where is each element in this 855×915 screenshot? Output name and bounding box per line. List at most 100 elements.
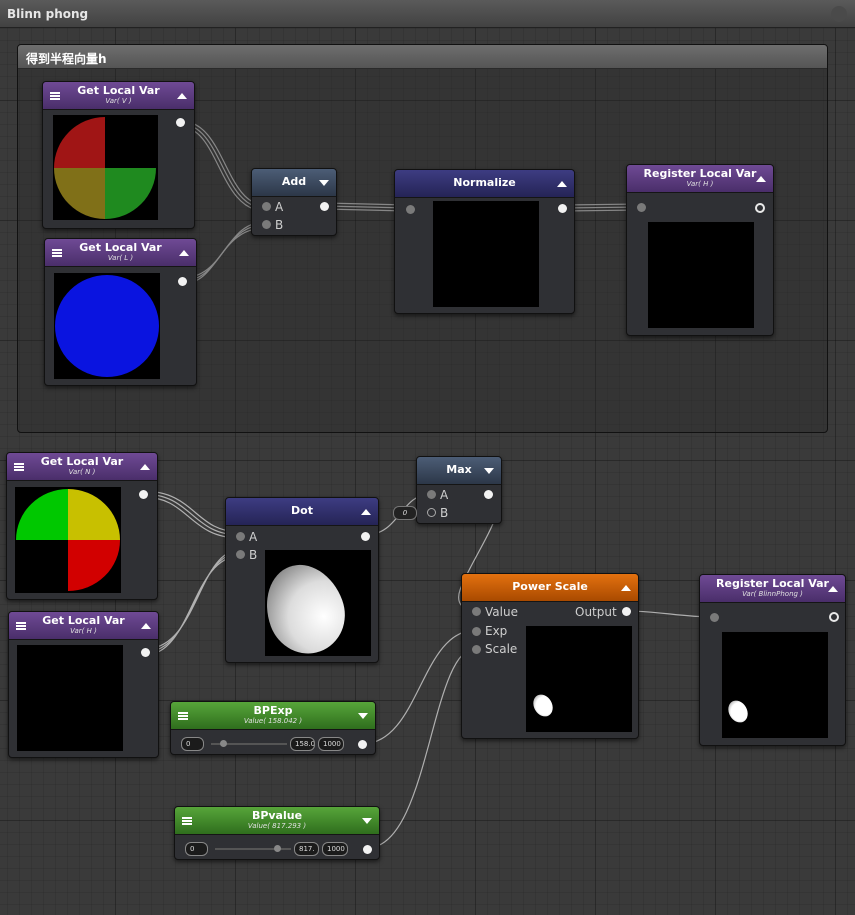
menu-icon[interactable] — [182, 817, 192, 825]
menu-icon[interactable] — [14, 463, 24, 471]
output-port[interactable] — [363, 845, 372, 854]
node-normalize[interactable]: Normalize — [394, 169, 575, 314]
node-register-local-var-h[interactable]: Register Local Var Var( H ) — [626, 164, 774, 336]
node-power-scale[interactable]: Power Scale Value Exp Scale Output — [461, 573, 639, 739]
node-add[interactable]: Add A B — [251, 168, 337, 236]
node-header[interactable]: Get Local Var Var( L ) — [45, 239, 196, 267]
wire-bpvalue-to-power — [366, 647, 477, 849]
node-header[interactable]: Register Local Var Var( BlinnPhong ) — [700, 575, 845, 603]
max-field[interactable]: 1000 — [322, 842, 348, 856]
node-title: Power Scale — [512, 580, 588, 593]
value-field[interactable]: 817. — [294, 842, 319, 856]
collapse-icon[interactable] — [557, 181, 567, 187]
collapse-icon[interactable] — [140, 464, 150, 470]
node-header[interactable]: Get Local Var Var( H ) — [9, 612, 158, 640]
node-subtitle: Value( 817.293 ) — [247, 822, 307, 830]
node-header[interactable]: Get Local Var Var( V ) — [43, 82, 194, 110]
input-port-b[interactable] — [262, 220, 271, 229]
collapse-icon[interactable] — [828, 586, 838, 592]
node-header[interactable]: Dot — [226, 498, 378, 526]
preview-thumbnail — [54, 273, 160, 379]
node-title: BPvalue — [251, 809, 303, 822]
input-port-a[interactable] — [236, 532, 245, 541]
node-subtitle: Var( BlinnPhong ) — [742, 590, 803, 598]
dropdown-icon[interactable] — [319, 180, 329, 186]
dropdown-icon[interactable] — [362, 818, 372, 824]
node-bpvalue[interactable]: BPvalue Value( 817.293 ) 0 817. 1000 — [174, 806, 380, 860]
collapse-icon[interactable] — [621, 585, 631, 591]
output-port[interactable] — [829, 612, 839, 622]
output-port[interactable] — [484, 490, 493, 499]
input-port-scale[interactable] — [472, 645, 481, 654]
node-header[interactable]: Register Local Var Var( H ) — [627, 165, 773, 193]
menu-icon[interactable] — [50, 92, 60, 100]
node-subtitle: Var( H ) — [70, 627, 97, 635]
max-b-default-value[interactable]: 0 — [393, 506, 417, 520]
output-port[interactable] — [755, 203, 765, 213]
node-dot[interactable]: Dot A B — [225, 497, 379, 665]
input-port-exp[interactable] — [472, 627, 481, 636]
slider-knob[interactable] — [220, 740, 227, 747]
node-title: Register Local Var — [643, 167, 757, 180]
preview-thumbnail — [433, 201, 539, 307]
input-port-value[interactable] — [472, 607, 481, 616]
node-header[interactable]: BPvalue Value( 817.293 ) — [175, 807, 379, 835]
output-port[interactable] — [622, 607, 631, 616]
node-header[interactable]: Normalize — [395, 170, 574, 198]
node-header[interactable]: Max — [417, 457, 501, 485]
node-subtitle: Var( N ) — [68, 468, 96, 476]
node-header[interactable]: Get Local Var Var( N ) — [7, 453, 157, 481]
output-port[interactable] — [358, 740, 367, 749]
output-port[interactable] — [178, 277, 187, 286]
input-port[interactable] — [406, 205, 415, 214]
node-get-local-var-v[interactable]: Get Local Var Var( V ) — [42, 81, 195, 229]
menu-icon[interactable] — [52, 249, 62, 257]
input-port-b[interactable] — [427, 508, 436, 517]
dropdown-icon[interactable] — [358, 713, 368, 719]
menu-icon[interactable] — [16, 622, 26, 630]
node-title: Get Local Var — [40, 455, 124, 468]
input-port-a[interactable] — [262, 202, 271, 211]
input-port[interactable] — [710, 613, 719, 622]
collapse-icon[interactable] — [756, 176, 766, 182]
preview-thumbnail — [648, 222, 754, 328]
max-field[interactable]: 1000 — [318, 737, 344, 751]
slider-knob[interactable] — [274, 845, 282, 852]
node-title: Dot — [291, 504, 313, 517]
collapse-icon[interactable] — [177, 93, 187, 99]
output-port[interactable] — [320, 202, 329, 211]
node-subtitle: Var( V ) — [105, 97, 132, 105]
output-port[interactable] — [139, 490, 148, 499]
output-port[interactable] — [558, 204, 567, 213]
node-max[interactable]: Max A B — [416, 456, 502, 524]
port-label-output: Output — [575, 605, 617, 619]
preview-sphere — [54, 117, 156, 219]
value-field[interactable]: 158.0 — [290, 737, 315, 751]
menu-icon[interactable] — [178, 712, 188, 720]
node-register-local-var-blinnphong[interactable]: Register Local Var Var( BlinnPhong ) — [699, 574, 846, 746]
node-title: Get Local Var — [77, 84, 160, 97]
node-header[interactable]: BPExp Value( 158.042 ) — [171, 702, 375, 730]
input-port-b[interactable] — [236, 550, 245, 559]
min-field[interactable]: 0 — [181, 737, 204, 751]
min-field[interactable]: 0 — [185, 842, 208, 856]
collapse-icon[interactable] — [361, 509, 371, 515]
preview-thumbnail — [526, 626, 632, 732]
output-port[interactable] — [361, 532, 370, 541]
node-get-local-var-l[interactable]: Get Local Var Var( L ) — [44, 238, 197, 386]
node-bpexp[interactable]: BPExp Value( 158.042 ) 0 158.0 1000 — [170, 701, 376, 755]
input-port-a[interactable] — [427, 490, 436, 499]
node-header[interactable]: Add — [252, 169, 336, 197]
collapse-icon[interactable] — [141, 623, 151, 629]
output-port[interactable] — [141, 648, 150, 657]
output-port[interactable] — [176, 118, 185, 127]
preview-sphere — [253, 553, 357, 665]
port-label-b: B — [440, 506, 449, 520]
node-get-local-var-h[interactable]: Get Local Var Var( H ) — [8, 611, 159, 758]
dropdown-icon[interactable] — [484, 468, 494, 474]
graph-title: Blinn phong — [7, 7, 89, 21]
node-header[interactable]: Power Scale — [462, 574, 638, 602]
collapse-icon[interactable] — [179, 250, 189, 256]
input-port[interactable] — [637, 203, 646, 212]
node-get-local-var-n[interactable]: Get Local Var Var( N ) — [6, 452, 158, 600]
